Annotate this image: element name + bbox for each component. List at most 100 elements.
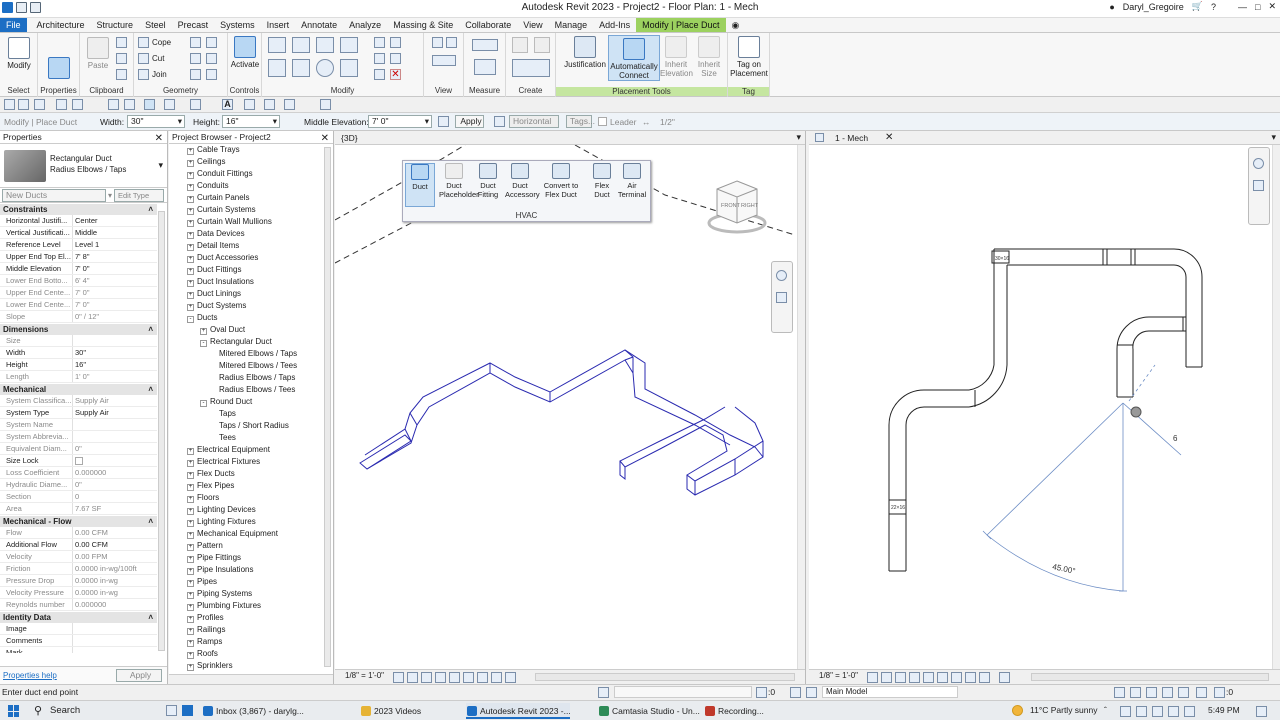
browser-item[interactable]: + Flex Pipes bbox=[187, 480, 234, 492]
edge-icon[interactable] bbox=[182, 705, 193, 716]
browser-item[interactable]: + Plumbing Fixtures bbox=[187, 600, 261, 612]
analytical-icon[interactable] bbox=[999, 672, 1010, 683]
create-group-icon[interactable] bbox=[534, 37, 550, 53]
view-plan-canvas[interactable]: 45.00° 6 30×16 22×16 bbox=[809, 145, 1280, 669]
geometry-tool-4-icon[interactable] bbox=[206, 53, 217, 64]
property-value[interactable]: 30" bbox=[73, 347, 157, 358]
visual-style-icon[interactable] bbox=[407, 672, 418, 683]
editing-requests-icon[interactable] bbox=[756, 687, 767, 698]
tab-systems[interactable]: Systems bbox=[214, 18, 261, 32]
tab-insert[interactable]: Insert bbox=[261, 18, 296, 32]
tray-app-1-icon[interactable] bbox=[1120, 706, 1131, 717]
measure-small-icon[interactable] bbox=[124, 99, 135, 110]
property-row[interactable]: Image bbox=[0, 623, 157, 635]
section-header[interactable]: Dimensions ˄ bbox=[0, 323, 157, 335]
nav-menu-icon[interactable] bbox=[1253, 202, 1264, 213]
property-row[interactable]: System Type Supply Air bbox=[0, 407, 157, 419]
print-icon[interactable] bbox=[108, 99, 119, 110]
modify-button[interactable]: Modify bbox=[4, 37, 34, 70]
browser-item[interactable]: + Curtain Systems bbox=[187, 204, 256, 216]
tray-chevron-icon[interactable]: ˆ bbox=[1104, 705, 1107, 715]
reveal-hidden-icon[interactable] bbox=[965, 672, 976, 683]
mirror-axis-icon[interactable] bbox=[316, 37, 334, 53]
file-explorer-icon[interactable] bbox=[166, 705, 177, 716]
redo-icon[interactable] bbox=[72, 99, 83, 110]
browser-item[interactable]: + Detail Items bbox=[187, 240, 239, 252]
dimension-small-icon[interactable] bbox=[164, 99, 175, 110]
browser-item[interactable]: + Conduit Fittings bbox=[187, 168, 253, 180]
property-value[interactable] bbox=[73, 647, 157, 653]
drag-elements-icon[interactable] bbox=[1178, 687, 1189, 698]
horizontal-dropdown[interactable]: Horizontal bbox=[509, 115, 559, 128]
expand-icon[interactable]: + bbox=[187, 628, 194, 635]
properties-help-link[interactable]: Properties help bbox=[3, 671, 57, 680]
volume-icon[interactable] bbox=[1168, 706, 1179, 717]
collapse-icon[interactable]: ˄ bbox=[148, 324, 153, 336]
minimize-icon[interactable]: — bbox=[1238, 2, 1247, 12]
tab-collaborate[interactable]: Collaborate bbox=[459, 18, 517, 32]
properties-button[interactable] bbox=[44, 57, 74, 81]
tags-button[interactable]: Tags... bbox=[566, 115, 595, 128]
cope-button[interactable]: Cope bbox=[152, 38, 171, 47]
property-row[interactable]: Horizontal Justifi... Center bbox=[0, 215, 157, 227]
crop-icon[interactable] bbox=[923, 672, 934, 683]
properties-apply-button[interactable]: Apply bbox=[116, 669, 162, 682]
browser-item[interactable]: + Electrical Fixtures bbox=[187, 456, 260, 468]
tab-3d[interactable]: {3D} bbox=[335, 131, 358, 145]
tab-annotate[interactable]: Annotate bbox=[295, 18, 343, 32]
hvac-duct-accessory-button[interactable]: Duct Accessory bbox=[505, 163, 540, 199]
tab-manage[interactable]: Manage bbox=[549, 18, 594, 32]
property-row[interactable]: Reference Level Level 1 bbox=[0, 239, 157, 251]
tag-small-icon[interactable] bbox=[190, 99, 201, 110]
browser-hscrollbar[interactable] bbox=[169, 674, 333, 684]
undo-icon[interactable] bbox=[56, 99, 67, 110]
chevron-down-icon[interactable]: ▾ bbox=[1271, 132, 1276, 143]
taskbar-app[interactable]: 2023 Videos bbox=[360, 703, 421, 719]
browser-scrollbar[interactable] bbox=[324, 147, 331, 667]
restore-icon[interactable]: □ bbox=[1255, 2, 1260, 12]
measure-icon[interactable] bbox=[472, 39, 498, 51]
tab-precast[interactable]: Precast bbox=[172, 18, 215, 32]
property-row[interactable]: Comments bbox=[0, 635, 157, 647]
leader-checkbox[interactable] bbox=[598, 117, 607, 126]
browser-item[interactable]: + Cable Trays bbox=[187, 144, 240, 156]
select-pinned-icon[interactable] bbox=[1146, 687, 1157, 698]
browser-item[interactable]: Tees bbox=[219, 432, 236, 444]
expand-icon[interactable]: + bbox=[187, 568, 194, 575]
select-face-icon[interactable] bbox=[1162, 687, 1173, 698]
sun-path-icon[interactable] bbox=[895, 672, 906, 683]
expand-icon[interactable]: + bbox=[187, 232, 194, 239]
move-icon[interactable] bbox=[268, 59, 286, 77]
browser-item[interactable]: - Rectangular Duct bbox=[200, 336, 272, 348]
edit-type-button[interactable]: Edit Type bbox=[114, 189, 164, 202]
notifications-icon[interactable] bbox=[1256, 706, 1267, 717]
property-value[interactable] bbox=[73, 635, 157, 646]
browser-item[interactable]: + Flex Ducts bbox=[187, 468, 235, 480]
battery-icon[interactable] bbox=[1184, 706, 1195, 717]
taskbar-app[interactable]: Camtasia Studio - Un... bbox=[598, 703, 700, 719]
steering-wheel-icon[interactable] bbox=[1253, 158, 1264, 169]
browser-item[interactable]: + Pipe Fittings bbox=[187, 552, 241, 564]
tab-analyze[interactable]: Analyze bbox=[343, 18, 387, 32]
collapse-icon[interactable]: ˄ bbox=[148, 612, 153, 624]
browser-item[interactable]: + Floors bbox=[187, 492, 219, 504]
split-icon[interactable] bbox=[374, 37, 385, 48]
property-row[interactable]: Upper End Top El... 7' 8" bbox=[0, 251, 157, 263]
property-value[interactable]: 7' 8" bbox=[73, 251, 157, 262]
view-3d-scale[interactable]: 1/8" = 1'-0" bbox=[345, 670, 384, 682]
hvac-flex-duct-button[interactable]: Flex Duct bbox=[587, 163, 617, 199]
taskbar-search[interactable]: Search bbox=[50, 705, 80, 716]
browser-item[interactable]: - Ducts bbox=[187, 312, 217, 324]
browser-item[interactable]: + Piping Systems bbox=[187, 588, 252, 600]
browser-item[interactable]: + Oval Duct bbox=[200, 324, 245, 336]
browser-item[interactable]: + Duct Linings bbox=[187, 288, 241, 300]
view-tool-icon[interactable] bbox=[432, 55, 456, 66]
geometry-tool-2-icon[interactable] bbox=[206, 37, 217, 48]
property-value[interactable]: 16" bbox=[73, 359, 157, 370]
section-header[interactable]: Mechanical - Flow ˄ bbox=[0, 515, 157, 527]
expand-icon[interactable]: + bbox=[187, 604, 194, 611]
browser-item[interactable]: Taps / Short Radius bbox=[219, 420, 289, 432]
browser-item[interactable]: + Roofs bbox=[187, 648, 218, 660]
geometry-tool-5-icon[interactable] bbox=[190, 69, 201, 80]
instance-filter[interactable]: New Ducts bbox=[2, 189, 106, 202]
